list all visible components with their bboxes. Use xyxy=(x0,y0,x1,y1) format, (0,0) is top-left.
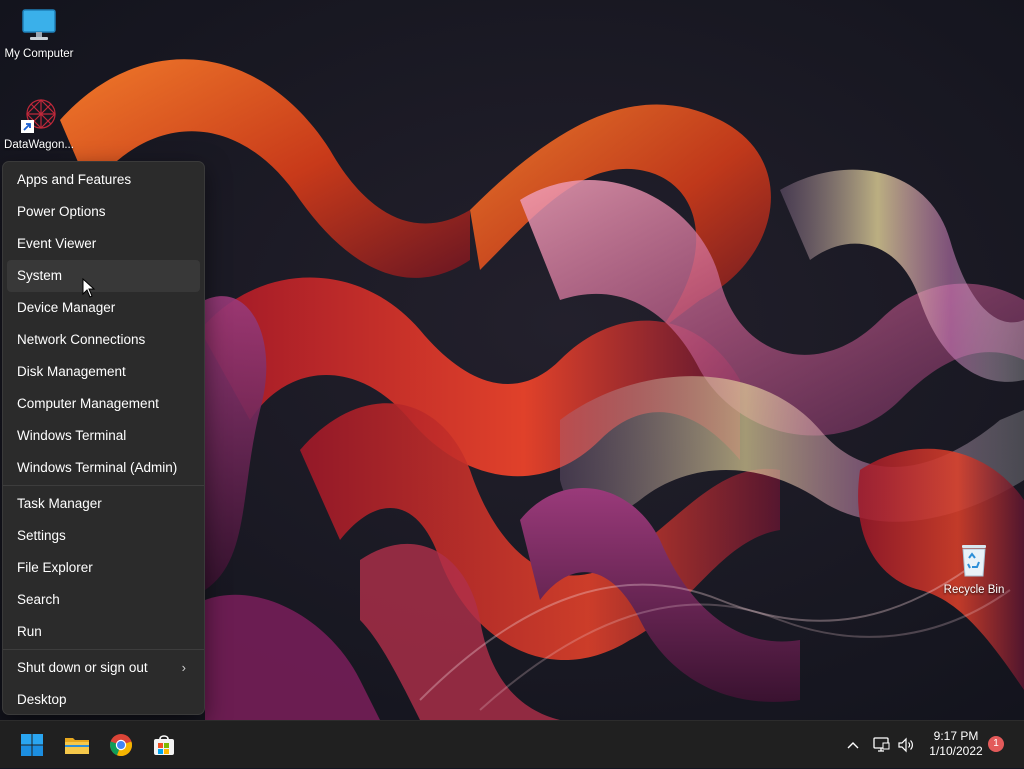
monitor-icon xyxy=(0,8,78,45)
chevron-right-icon: › xyxy=(181,660,186,675)
chrome-icon xyxy=(110,734,132,757)
desktop-icon-label: Recycle Bin xyxy=(943,584,1005,596)
volume-icon xyxy=(898,737,913,753)
mouse-cursor-icon xyxy=(82,278,96,298)
menu-item-disk-management[interactable]: Disk Management xyxy=(7,356,200,388)
desktop-icon-datawagon[interactable]: DataWagon... xyxy=(0,96,78,151)
menu-item-device-manager[interactable]: Device Manager xyxy=(7,292,200,324)
menu-item-label: Shut down or sign out xyxy=(17,660,148,675)
menu-item-windows-terminal-admin[interactable]: Windows Terminal (Admin) xyxy=(7,452,200,484)
menu-item-computer-management[interactable]: Computer Management xyxy=(7,388,200,420)
menu-item-windows-terminal[interactable]: Windows Terminal xyxy=(7,420,200,452)
chevron-up-icon xyxy=(847,742,859,749)
file-explorer-taskbar-button[interactable] xyxy=(59,727,95,763)
menu-item-settings[interactable]: Settings xyxy=(7,520,200,552)
clock-time: 9:17 PM xyxy=(933,729,979,743)
network-tray-button[interactable] xyxy=(870,721,892,769)
clock-date: 1/10/2022 xyxy=(929,744,983,758)
microsoft-store-taskbar-button[interactable] xyxy=(146,727,182,763)
menu-item-task-manager[interactable]: Task Manager xyxy=(7,488,200,520)
show-hidden-icons-button[interactable] xyxy=(842,721,864,769)
menu-item-system[interactable]: System xyxy=(7,260,200,292)
menu-item-file-explorer[interactable]: File Explorer xyxy=(7,552,200,584)
windows-start-icon xyxy=(21,734,43,756)
notification-badge[interactable]: 1 xyxy=(988,736,1004,752)
menu-item-network-connections[interactable]: Network Connections xyxy=(7,324,200,356)
taskbar: 9:17 PM 1/10/2022 xyxy=(0,720,1024,768)
desktop-icon-recycle-bin[interactable]: Recycle Bin xyxy=(935,542,1013,596)
menu-item-apps-and-features[interactable]: Apps and Features xyxy=(7,164,200,196)
menu-item-power-options[interactable]: Power Options xyxy=(7,196,200,228)
menu-item-search[interactable]: Search xyxy=(7,584,200,616)
chrome-taskbar-button[interactable] xyxy=(103,727,139,763)
volume-tray-button[interactable] xyxy=(895,721,917,769)
desktop-icon-label: My Computer xyxy=(4,48,74,60)
recycle-bin-icon xyxy=(935,542,1013,581)
file-explorer-icon xyxy=(65,738,89,754)
desktop-icon-label: DataWagon... xyxy=(4,139,74,151)
menu-divider xyxy=(3,485,204,486)
network-icon xyxy=(873,737,890,752)
taskbar-clock[interactable]: 9:17 PM 1/10/2022 xyxy=(920,729,992,759)
menu-item-desktop[interactable]: Desktop xyxy=(7,684,200,716)
menu-item-run[interactable]: Run xyxy=(7,616,200,648)
menu-divider xyxy=(3,649,204,650)
desktop-icon-my-computer[interactable]: My Computer xyxy=(0,8,78,60)
menu-item-shut-down-or-sign-out[interactable]: Shut down or sign out › xyxy=(7,652,200,684)
menu-item-event-viewer[interactable]: Event Viewer xyxy=(7,228,200,260)
start-button[interactable] xyxy=(14,727,50,763)
microsoft-store-icon xyxy=(154,735,174,755)
datawagon-shortcut-icon xyxy=(19,96,59,136)
winx-context-menu: Apps and Features Power Options Event Vi… xyxy=(2,161,205,715)
